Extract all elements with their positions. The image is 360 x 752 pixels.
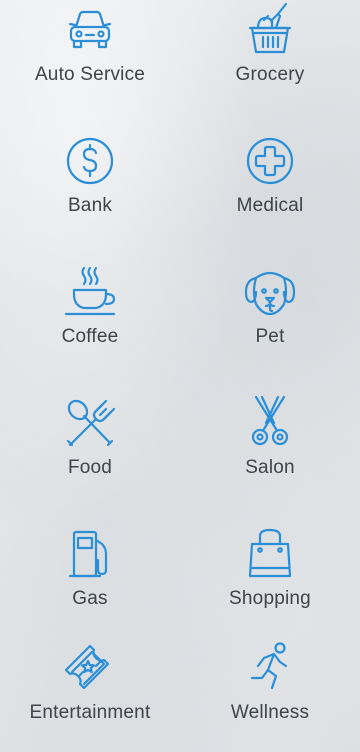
category-wellness[interactable]: Wellness bbox=[180, 640, 360, 750]
coffee-cup-icon bbox=[60, 264, 120, 320]
category-label: Gas bbox=[72, 588, 108, 609]
car-icon bbox=[60, 2, 120, 58]
medical-cross-icon bbox=[240, 133, 300, 189]
fork-spoon-icon bbox=[60, 395, 120, 451]
category-entertainment[interactable]: Entertainment bbox=[0, 640, 180, 750]
grocery-basket-icon bbox=[240, 2, 300, 58]
category-label: Food bbox=[67, 457, 113, 478]
category-label: Bank bbox=[67, 195, 113, 216]
category-coffee[interactable]: Coffee bbox=[0, 264, 180, 374]
ticket-icon bbox=[60, 640, 120, 696]
category-auto-service[interactable]: Auto Service bbox=[0, 2, 180, 112]
category-grid: Auto Service Grocery Bank Medical Coffee… bbox=[0, 0, 360, 752]
category-label: Pet bbox=[255, 326, 285, 347]
dog-icon bbox=[240, 264, 300, 320]
category-pet[interactable]: Pet bbox=[180, 264, 360, 374]
category-grocery[interactable]: Grocery bbox=[180, 2, 360, 112]
gas-pump-icon bbox=[60, 526, 120, 582]
category-food[interactable]: Food bbox=[0, 395, 180, 505]
category-gas[interactable]: Gas bbox=[0, 526, 180, 636]
dollar-icon bbox=[60, 133, 120, 189]
category-shopping[interactable]: Shopping bbox=[180, 526, 360, 636]
category-label: Shopping bbox=[229, 588, 311, 609]
category-salon[interactable]: Salon bbox=[180, 395, 360, 505]
category-label: Grocery bbox=[235, 64, 305, 85]
scissors-icon bbox=[240, 395, 300, 451]
category-label: Entertainment bbox=[29, 702, 151, 723]
shopping-bag-icon bbox=[240, 526, 300, 582]
category-label: Auto Service bbox=[34, 64, 146, 85]
category-label: Salon bbox=[245, 457, 295, 478]
category-label: Medical bbox=[236, 195, 304, 216]
category-label: Wellness bbox=[230, 702, 310, 723]
category-bank[interactable]: Bank bbox=[0, 133, 180, 243]
category-label: Coffee bbox=[61, 326, 119, 347]
runner-icon bbox=[240, 640, 300, 696]
category-medical[interactable]: Medical bbox=[180, 133, 360, 243]
